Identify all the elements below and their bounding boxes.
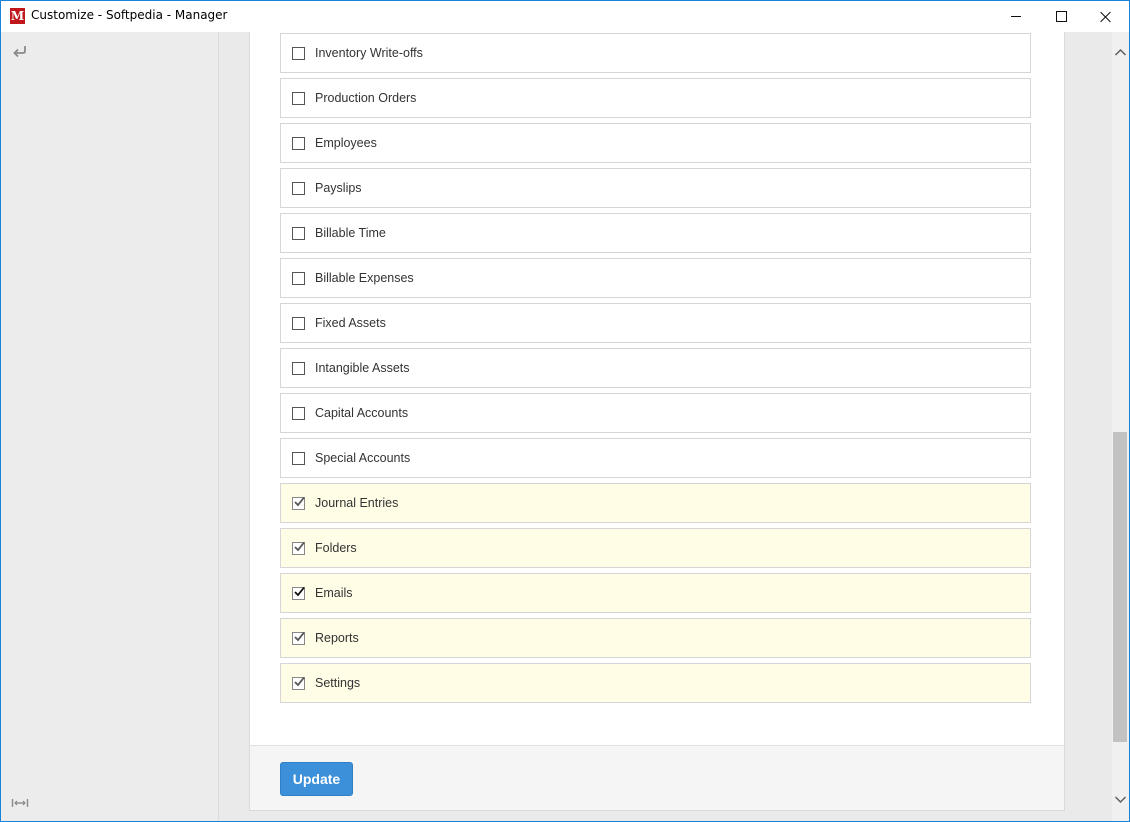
close-icon [1100,11,1112,23]
minimize-icon [1011,16,1021,17]
app-window: M Customize - Softpedia - Manager Invent… [0,0,1130,822]
module-row[interactable]: Special Accounts [280,438,1031,478]
module-row[interactable]: Reports [280,618,1031,658]
minimize-button[interactable] [993,1,1039,32]
scroll-up-icon[interactable] [1112,46,1129,60]
module-label: Capital Accounts [315,406,409,420]
module-label: Billable Expenses [315,271,414,285]
module-checkbox[interactable] [292,541,305,555]
module-row[interactable]: Journal Entries [280,483,1031,523]
title-bar[interactable]: M Customize - Softpedia - Manager [1,1,1129,32]
scrollbar-thumb[interactable] [1113,432,1127,742]
module-row[interactable]: Billable Expenses [280,258,1031,298]
module-label: Journal Entries [315,496,399,510]
module-checkbox[interactable] [292,451,305,465]
module-checkbox[interactable] [292,136,305,150]
checkmark-icon [294,676,305,686]
module-row[interactable]: Intangible Assets [280,348,1031,388]
module-label: Billable Time [315,226,386,240]
close-button[interactable] [1083,1,1129,32]
module-label: Production Orders [315,91,417,105]
module-checkbox[interactable] [292,676,305,690]
module-label: Emails [315,586,353,600]
module-checkbox[interactable] [292,496,305,510]
module-label: Payslips [315,181,362,195]
scroll-down-icon[interactable] [1112,792,1129,806]
module-row[interactable]: Emails [280,573,1031,613]
module-label: Intangible Assets [315,361,410,375]
module-checkbox[interactable] [292,316,305,330]
main-content: Inventory Write-offs Production Orders Emp… [219,32,1112,821]
customize-panel: Inventory Write-offs Production Orders Emp… [249,32,1065,811]
maximize-button[interactable] [1038,1,1084,32]
sidebar [1,32,219,821]
module-label: Settings [315,676,361,690]
module-label: Employees [315,136,377,150]
module-row[interactable]: Payslips [280,168,1031,208]
window-title: Customize - Softpedia - Manager [31,8,228,22]
back-arrow-icon[interactable] [11,44,29,60]
module-label: Special Accounts [315,451,411,465]
module-checkbox[interactable] [292,406,305,420]
module-checkbox[interactable] [292,91,305,105]
module-checkbox[interactable] [292,586,305,600]
module-checkbox[interactable] [292,46,305,60]
module-checkbox[interactable] [292,226,305,240]
module-row[interactable]: Capital Accounts [280,393,1031,433]
module-row[interactable]: Fixed Assets [280,303,1031,343]
module-row[interactable]: Inventory Write-offs [280,33,1031,73]
module-label: Folders [315,541,357,555]
module-label: Reports [315,631,359,645]
module-label: Fixed Assets [315,316,386,330]
checkmark-icon [294,496,305,506]
module-row[interactable]: Settings [280,663,1031,703]
module-row[interactable]: Billable Time [280,213,1031,253]
module-checkbox[interactable] [292,361,305,375]
expand-width-icon[interactable] [11,796,29,808]
module-checkbox[interactable] [292,271,305,285]
module-label: Inventory Write-offs [315,46,423,60]
module-checkbox[interactable] [292,181,305,195]
vertical-scrollbar[interactable] [1112,32,1129,821]
checkmark-icon [294,631,305,641]
form-footer: Update [250,745,1064,810]
module-row[interactable]: Employees [280,123,1031,163]
checkmark-icon [294,586,305,596]
module-checkbox[interactable] [292,631,305,645]
maximize-icon [1055,11,1067,22]
module-row[interactable]: Production Orders [280,78,1031,118]
update-button[interactable]: Update [280,762,353,796]
module-row[interactable]: Folders [280,528,1031,568]
app-logo-icon: M [10,8,25,24]
checkmark-icon [294,541,305,551]
